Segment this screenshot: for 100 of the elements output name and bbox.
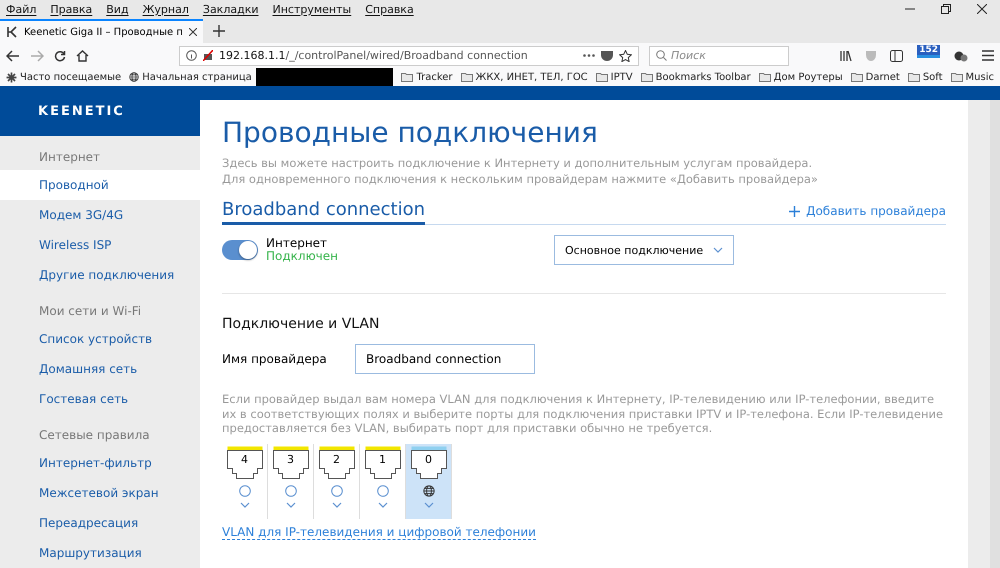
- sidebar-item[interactable]: Другие подключения: [0, 260, 200, 290]
- folder-icon: [460, 72, 473, 82]
- sidebar-heading: Мои сети и Wi-Fi: [38, 303, 142, 320]
- info-icon: [186, 50, 197, 61]
- sidebar-item[interactable]: Межсетевой экран: [0, 478, 200, 508]
- bookmark-item[interactable]: Bookmarks Toolbar: [640, 72, 751, 82]
- sidebar-heading: Интернет: [38, 149, 102, 166]
- gear-icon: [6, 72, 17, 82]
- field-label: Имя провайдера: [222, 352, 328, 366]
- bookmark-item[interactable]: Tracker: [401, 72, 453, 82]
- lock-strike-icon: [203, 50, 213, 61]
- port-option[interactable]: 3: [268, 444, 314, 518]
- bookmark-item[interactable]: Дом Роутеры: [758, 72, 843, 82]
- menu-item[interactable]: Закладки: [202, 2, 258, 16]
- bookmark-item[interactable]: ЖКХ, ИНЕТ, ТЕЛ, ГОС: [460, 72, 588, 82]
- bookmark-item[interactable]: Darnet: [850, 72, 900, 82]
- notification-badge[interactable]: 152: [917, 45, 940, 58]
- port-number: 0: [424, 452, 433, 466]
- menu-item[interactable]: Журнал: [142, 2, 189, 16]
- sidebar-item[interactable]: Домашняя сеть: [0, 354, 200, 384]
- plus-icon: [789, 206, 800, 216]
- globe-icon: [422, 484, 434, 496]
- page-title: Проводные подключения: [222, 116, 599, 149]
- reload-icon[interactable]: [54, 50, 66, 62]
- ethernet-port-icon: [272, 446, 308, 480]
- back-arrow-icon[interactable]: [6, 50, 20, 62]
- sidebar-icon[interactable]: [890, 50, 904, 62]
- folder-icon: [950, 72, 963, 82]
- folder-icon: [758, 72, 771, 82]
- connection-tab[interactable]: Broadband connection: [222, 199, 426, 225]
- port-option[interactable]: 4: [222, 444, 268, 518]
- priority-dropdown[interactable]: Основное подключение: [554, 235, 734, 265]
- menu-item[interactable]: Файл: [6, 2, 36, 16]
- switch-label: Интернет: [266, 237, 328, 250]
- shield-icon[interactable]: [601, 50, 613, 61]
- section-title: Подключение и VLAN: [222, 316, 380, 332]
- port-option[interactable]: 1: [360, 444, 406, 518]
- ethernet-port-icon: [364, 446, 400, 480]
- bookmark-item[interactable]: Music: [950, 72, 994, 82]
- brand-logo: KEENETIC: [38, 104, 125, 118]
- star-icon[interactable]: [619, 50, 632, 62]
- port-number: 1: [378, 452, 387, 466]
- menu-item[interactable]: Инструменты: [272, 2, 352, 16]
- plus-icon[interactable]: [212, 25, 225, 37]
- ethernet-port-icon: [410, 446, 446, 480]
- url-text: 192.168.1.1/_/controlPanel/wired/Broadband connection: [219, 49, 528, 62]
- sidebar-item[interactable]: Переадресация: [0, 508, 200, 538]
- vlan-link[interactable]: VLAN для IP-телевидения и цифровой телефонии: [222, 524, 536, 540]
- menu-item[interactable]: Вид: [106, 2, 129, 16]
- folder-icon: [908, 72, 920, 82]
- toggle-switch[interactable]: [222, 240, 258, 260]
- more-dots-icon[interactable]: [583, 54, 595, 57]
- ethernet-port-icon: [318, 446, 354, 480]
- port-number: 2: [332, 452, 341, 466]
- port-number: 3: [286, 452, 295, 466]
- chevron-down-icon: [332, 502, 342, 508]
- ethernet-port-icon: [226, 446, 262, 480]
- provider-name-field[interactable]: Broadband connection: [355, 344, 535, 374]
- bookmark-item[interactable]: Часто посещаемые: [6, 72, 122, 82]
- port-option[interactable]: 0: [406, 444, 452, 518]
- bookmark-item[interactable]: Начальная страница: [129, 72, 252, 82]
- vlan-hint: Если провайдер выдал вам номера VLAN для подключения к Интернету, IP-телевидению или IP-телефонии, введите их в соответствующих полях и выберите порты для подключения приставки IPTV и IP-телефона. Если IP-телевидение предоставляется без VLAN, выбирать порт для приставки обычно не требуется.: [222, 392, 944, 436]
- sidebar-item[interactable]: Проводной: [0, 170, 200, 200]
- page-description: Здесь вы можете настроить подключение к Интернету и дополнительным услугам провайдера. Для одновременного подключения к нескольким провайдерам нажмите «Добавить провайдера»: [222, 155, 819, 187]
- menu-item[interactable]: Справка: [365, 2, 414, 16]
- close-icon[interactable]: [188, 28, 197, 36]
- library-icon[interactable]: [840, 50, 852, 62]
- sidebar-item[interactable]: Список устройств: [0, 324, 200, 354]
- bookmark-item[interactable]: Soft: [908, 72, 943, 82]
- port-number: 4: [240, 452, 249, 466]
- k-logo-icon: [6, 26, 18, 38]
- address-field[interactable]: 192.168.1.1/_/controlPanel/wired/Broadband connection: [179, 46, 639, 66]
- sidebar-item[interactable]: Интернет-фильтр: [0, 448, 200, 478]
- balls-icon[interactable]: [954, 50, 968, 62]
- scrollbar[interactable]: [990, 100, 1000, 568]
- folder-icon: [850, 72, 863, 82]
- chevron-down-icon: [424, 502, 434, 508]
- search-icon: [656, 50, 667, 61]
- chevron-down-icon: [240, 502, 250, 508]
- sidebar-item[interactable]: Маршрутизация: [0, 538, 200, 568]
- sidebar-item[interactable]: Гостевая сеть: [0, 384, 200, 414]
- search-field[interactable]: Поиск: [649, 46, 789, 66]
- menu-icon[interactable]: [982, 50, 994, 61]
- sidebar-item[interactable]: Модем 3G/4G: [0, 200, 200, 230]
- chevron-down-icon: [286, 502, 296, 508]
- sidebar-item[interactable]: Wireless ISP: [0, 230, 200, 260]
- globe-icon: [129, 72, 140, 82]
- chevron-down-icon: [713, 247, 723, 253]
- home-icon[interactable]: [76, 50, 89, 62]
- menu-item[interactable]: Правка: [50, 2, 92, 16]
- radio-button[interactable]: [284, 484, 296, 496]
- radio-button[interactable]: [376, 484, 388, 496]
- radio-button[interactable]: [330, 484, 342, 496]
- radio-button[interactable]: [238, 484, 250, 496]
- sidebar-heading: Сетевые правила: [38, 427, 151, 444]
- browser-tab[interactable]: Keenetic Giga II – Проводные п: [0, 19, 203, 43]
- port-option[interactable]: 2: [314, 444, 360, 518]
- add-provider-link[interactable]: Добавить провайдера: [789, 204, 946, 224]
- bookmark-item[interactable]: IPTV: [596, 72, 633, 82]
- folder-icon: [401, 72, 414, 82]
